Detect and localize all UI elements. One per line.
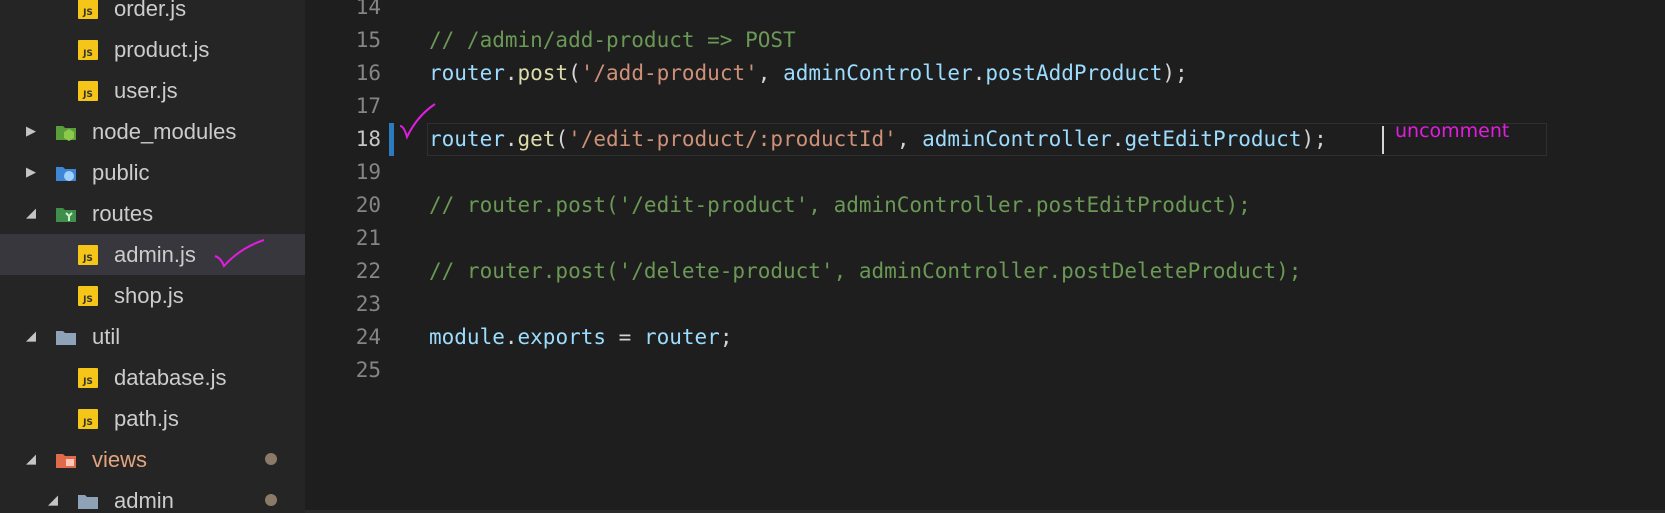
- js-file-icon: JS: [78, 0, 98, 19]
- code-text: router.get('/edit-product/:productId', a…: [429, 127, 1327, 151]
- tree-item-views[interactable]: ◢ views: [0, 439, 305, 480]
- tree-item-order-js[interactable]: JS order.js: [0, 0, 305, 29]
- line-number: 18: [355, 127, 381, 151]
- code-text: // router.post('/edit-product', adminCon…: [429, 193, 1251, 217]
- text-cursor: [1382, 126, 1384, 154]
- views-folder-icon: [56, 454, 76, 468]
- tree-item-label: routes: [92, 200, 154, 226]
- routes-folder-icon: [56, 208, 76, 222]
- line-number: 14: [355, 0, 381, 19]
- folder-icon: [56, 331, 76, 345]
- tree-item-label: product.js: [114, 36, 210, 62]
- code-line: 22 // router.post('/delete-product', adm…: [305, 255, 1665, 288]
- line-number: 17: [355, 94, 381, 118]
- chevron-down-icon[interactable]: ◢: [24, 205, 38, 221]
- tree-item-label: admin: [114, 487, 174, 513]
- tree-item-product-js[interactable]: JS product.js: [0, 29, 305, 70]
- svg-text:JS: JS: [82, 418, 93, 428]
- line-number: 25: [355, 358, 381, 382]
- tree-item-routes[interactable]: ◢ routes: [0, 193, 305, 234]
- chevron-right-icon[interactable]: ▶: [24, 123, 38, 139]
- svg-text:JS: JS: [82, 49, 93, 59]
- tree-item-shop-js[interactable]: JS shop.js: [0, 275, 305, 316]
- tree-item-label: util: [92, 323, 121, 349]
- js-file-icon: JS: [78, 368, 98, 388]
- code-text: // router.post('/delete-product', adminC…: [429, 259, 1302, 283]
- public-folder-icon: [56, 167, 76, 181]
- tree-item-label: node_modules: [92, 118, 237, 144]
- code-line: 19: [305, 156, 1665, 189]
- code-line: 25: [305, 354, 1665, 387]
- svg-text:JS: JS: [82, 377, 93, 387]
- code-editor[interactable]: 14 15 // /admin/add-product => POST 16 r…: [305, 0, 1665, 513]
- tree-item-public[interactable]: ▶ public: [0, 152, 305, 193]
- tree-item-util[interactable]: ◢ util: [0, 316, 305, 357]
- tree-item-user-js[interactable]: JS user.js: [0, 70, 305, 111]
- tree-item-admin-js[interactable]: JS admin.js: [0, 234, 305, 275]
- tree-item-label: path.js: [114, 405, 179, 431]
- tree-item-database-js[interactable]: JS database.js: [0, 357, 305, 398]
- tree-item-label: public: [92, 159, 150, 185]
- tree-item-node-modules[interactable]: ▶ node_modules: [0, 111, 305, 152]
- tree-item-label: shop.js: [114, 282, 184, 308]
- line-number: 21: [355, 226, 381, 250]
- chevron-down-icon[interactable]: ◢: [46, 492, 60, 508]
- line-number: 19: [355, 160, 381, 184]
- code-line: 20 // router.post('/edit-product', admin…: [305, 189, 1665, 222]
- line-number: 23: [355, 292, 381, 316]
- code-line: 24 module.exports = router;: [305, 321, 1665, 354]
- git-modified-gutter-marker: [389, 123, 394, 156]
- code-line: 17: [305, 90, 1665, 123]
- tree-item-label: order.js: [114, 0, 187, 21]
- modified-dot-icon: [265, 494, 277, 506]
- code-text: // /admin/add-product => POST: [429, 28, 796, 52]
- tree-item-views-admin[interactable]: ◢ admin: [0, 480, 305, 513]
- chevron-right-icon[interactable]: ▶: [24, 164, 38, 180]
- chevron-down-icon[interactable]: ◢: [24, 451, 38, 467]
- uncomment-annotation: uncomment: [1395, 120, 1510, 142]
- svg-text:JS: JS: [82, 295, 93, 305]
- node-folder-icon: [56, 126, 76, 141]
- code-text: router.post('/add-product', adminControl…: [429, 61, 1188, 85]
- js-file-icon: JS: [78, 81, 98, 101]
- tree-item-path-js[interactable]: JS path.js: [0, 398, 305, 439]
- tree-item-label: views: [92, 446, 148, 472]
- line-number: 16: [355, 61, 381, 85]
- js-file-icon: JS: [78, 286, 98, 306]
- svg-text:JS: JS: [82, 254, 93, 264]
- line-number: 15: [355, 28, 381, 52]
- js-file-icon: JS: [78, 409, 98, 429]
- code-line: 15 // /admin/add-product => POST: [305, 24, 1665, 57]
- vertical-scrollbar[interactable]: [1655, 0, 1665, 513]
- modified-dot-icon: [265, 453, 277, 465]
- code-line: 14: [305, 0, 1665, 24]
- tree-item-label: database.js: [114, 364, 227, 390]
- svg-text:JS: JS: [82, 8, 93, 18]
- line-number: 24: [355, 325, 381, 349]
- file-explorer-sidebar: JS order.js JS product.js JS user.js ▶ n…: [0, 0, 305, 513]
- folder-icon: [78, 495, 98, 509]
- js-file-icon: JS: [78, 245, 98, 265]
- svg-text:JS: JS: [82, 90, 93, 100]
- code-line: 16 router.post('/add-product', adminCont…: [305, 57, 1665, 90]
- checkmark-annotation-icon: [399, 103, 436, 140]
- code-line: 23: [305, 288, 1665, 321]
- tree-item-label: user.js: [114, 77, 178, 103]
- code-line-active: 18 router.get('/edit-product/:productId'…: [305, 120, 1665, 156]
- js-file-icon: JS: [78, 40, 98, 60]
- checkmark-annotation-icon: [214, 239, 265, 268]
- line-number: 22: [355, 259, 381, 283]
- ide-window: JS order.js JS product.js JS user.js ▶ n…: [0, 0, 1665, 513]
- line-number: 20: [355, 193, 381, 217]
- code-text: module.exports = router;: [429, 325, 733, 349]
- chevron-down-icon[interactable]: ◢: [24, 328, 38, 344]
- tree-item-label: admin.js: [114, 241, 196, 267]
- code-line: 21: [305, 222, 1665, 255]
